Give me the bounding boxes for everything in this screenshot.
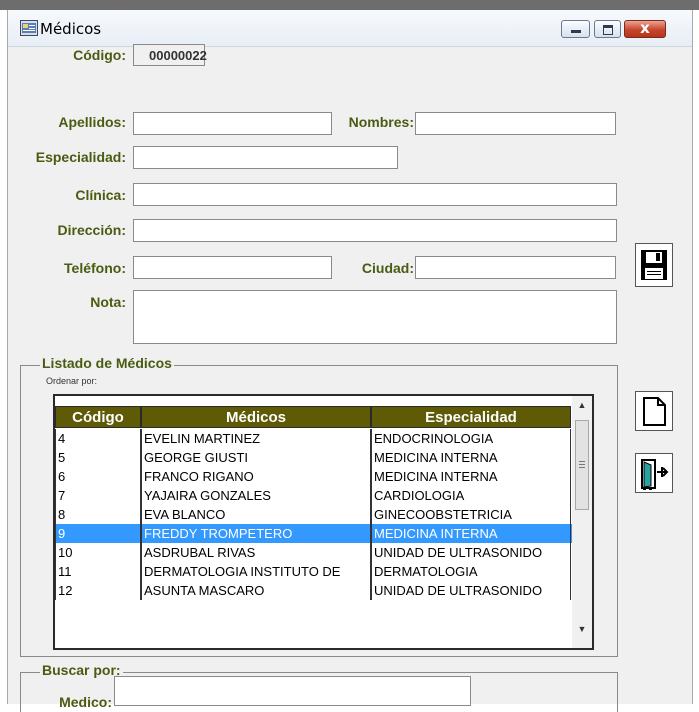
buscar-group-title: Buscar por: [40,662,123,678]
title-bar: Médicos x [8,10,692,47]
row-medico: EVA BLANCO [141,505,371,524]
row-medico: FREDDY TROMPETERO [141,524,371,543]
row-medico: ASUNTA MASCARO [141,581,371,600]
row-medico: EVELIN MARTINEZ [141,429,371,448]
row-especialidad: MEDICINA INTERNA [371,467,571,486]
close-button[interactable]: x [624,19,666,38]
medicos-window: Médicos x Código: 00000022 Apellidos: No… [7,10,693,712]
nota-label: Nota: [90,294,126,310]
close-icon: x [640,19,650,37]
codigo-label: Código: [73,47,126,63]
row-codigo: 8 [55,505,141,524]
row-codigo: 4 [55,429,141,448]
row-medico: FRANCO RIGANO [141,467,371,486]
grip-line [579,464,585,465]
list-scrollbar[interactable]: ▲ ▼ [572,396,592,648]
minimize-button[interactable] [561,20,590,38]
ciudad-field[interactable] [415,256,616,279]
telefono-field[interactable] [133,256,332,279]
new-button[interactable] [635,391,673,431]
row-especialidad: UNIDAD DE ULTRASONIDO [371,581,571,600]
buscar-medico-label: Medico: [59,694,112,710]
nota-field[interactable] [133,290,617,344]
exit-door-icon [641,459,669,490]
scroll-down-icon[interactable]: ▼ [572,620,592,638]
apellidos-label: Apellidos: [58,114,126,130]
nombres-label: Nombres: [348,114,414,130]
row-codigo: 5 [55,448,141,467]
new-document-icon [643,397,666,426]
row-medico: YAJAIRA GONZALES [141,486,371,505]
row-especialidad: GINECOOBSTETRICIA [371,505,571,524]
direccion-field[interactable] [133,219,617,242]
row-codigo: 10 [55,543,141,562]
direccion-label: Dirección: [57,222,126,238]
maximize-icon [603,25,613,35]
telefono-label: Teléfono: [64,260,126,276]
nombres-field[interactable] [415,112,616,135]
column-header-medicos[interactable]: Médicos [141,406,371,428]
row-codigo: 11 [55,562,141,581]
buscar-medico-field[interactable] [114,676,471,706]
row-medico: DERMATOLOGIA INSTITUTO DE [141,562,371,581]
table-row-selected[interactable]: 9 FREDDY TROMPETERO MEDICINA INTERNA [55,524,572,543]
screen-left-edge [0,10,7,704]
row-especialidad: MEDICINA INTERNA [371,524,571,543]
ciudad-label: Ciudad: [361,260,414,276]
especialidad-field[interactable] [133,146,398,169]
codigo-value: 00000022 [133,44,207,66]
table-row[interactable]: 7 YAJAIRA GONZALES CARDIOLOGIA [55,486,572,505]
clinica-label: Clínica: [75,187,126,203]
row-especialidad: MEDICINA INTERNA [371,448,571,467]
grip-line [579,461,585,462]
exit-button[interactable] [635,453,673,493]
clinica-field[interactable] [133,183,617,206]
maximize-button[interactable] [594,20,621,38]
listado-group-title: Listado de Médicos [40,355,174,371]
row-codigo: 12 [55,581,141,600]
row-codigo: 9 [55,524,141,543]
row-codigo: 6 [55,467,141,486]
row-especialidad: ENDOCRINOLOGIA [371,429,571,448]
table-row[interactable]: 10 ASDRUBAL RIVAS UNIDAD DE ULTRASONIDO [55,543,572,562]
sort-label: Ordenar por: [46,376,98,386]
app-icon [20,20,38,36]
scroll-up-icon[interactable]: ▲ [572,396,592,414]
row-medico: GEORGE GIUSTI [141,448,371,467]
minimize-icon [571,30,581,33]
screen-top-edge [0,0,699,10]
floppy-disk-icon [641,250,667,280]
especialidad-label: Especialidad: [35,149,126,165]
grip-line [579,467,585,468]
table-row[interactable]: 5 GEORGE GIUSTI MEDICINA INTERNA [55,448,572,467]
row-medico: ASDRUBAL RIVAS [141,543,371,562]
save-button[interactable] [635,243,673,287]
table-row[interactable]: 12 ASUNTA MASCARO UNIDAD DE ULTRASONIDO [55,581,572,600]
column-header-especialidad[interactable]: Especialidad [371,406,571,428]
window-title: Médicos [40,20,102,38]
table-row[interactable]: 8 EVA BLANCO GINECOOBSTETRICIA [55,505,572,524]
table-row[interactable]: 6 FRANCO RIGANO MEDICINA INTERNA [55,467,572,486]
column-header-codigo[interactable]: Código [55,406,141,428]
row-especialidad: UNIDAD DE ULTRASONIDO [371,543,571,562]
row-codigo: 7 [55,486,141,505]
row-especialidad: DERMATOLOGIA [371,562,571,581]
table-row[interactable]: 4 EVELIN MARTINEZ ENDOCRINOLOGIA [55,429,572,448]
apellidos-field[interactable] [133,112,332,135]
scroll-thumb[interactable] [575,420,589,510]
table-row[interactable]: 11 DERMATOLOGIA INSTITUTO DE DERMATOLOGI… [55,562,572,581]
row-especialidad: CARDIOLOGIA [371,486,571,505]
